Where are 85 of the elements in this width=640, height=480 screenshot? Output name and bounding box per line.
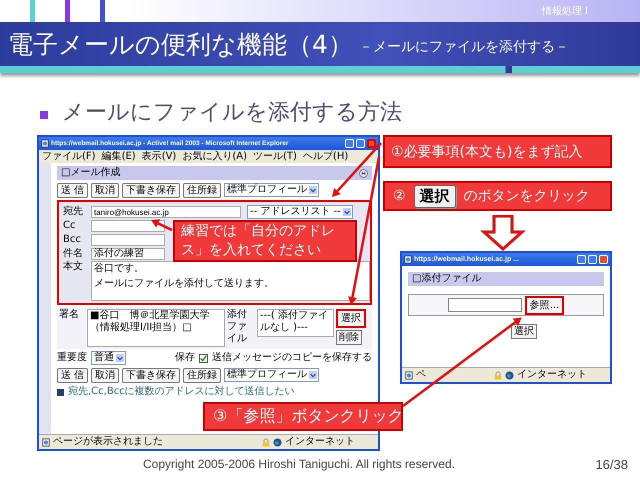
minimize-button[interactable]: [577, 255, 586, 264]
field-label: 添付ファイル: [227, 309, 248, 345]
globe-icon: [505, 370, 514, 380]
page-icon: [41, 139, 49, 148]
globe-icon: [273, 438, 282, 446]
profile-dropdown[interactable]: 標準プロフィール: [224, 368, 320, 382]
field-label: 宛先: [63, 206, 84, 218]
lock-icon: [262, 438, 270, 446]
browse-button[interactable]: 参照...: [524, 296, 564, 314]
menu-item[interactable]: お気に入り(A): [182, 150, 247, 162]
decorative-bar: [65, 0, 70, 22]
caret-icon: [309, 186, 318, 194]
page-icon: [405, 370, 413, 380]
toolbar-button[interactable]: 下書き保存: [122, 182, 180, 198]
step-text: のボタンをクリック: [464, 187, 590, 205]
input-field[interactable]: [91, 234, 165, 246]
priority-dropdown[interactable]: 普通: [91, 351, 126, 365]
copyright-text: Copyright 2005-2006 Hiroshi Taniguchi. All rights reserved.: [143, 457, 455, 471]
attachment-list[interactable]: ---( 添付ファイルなし )---: [257, 309, 334, 337]
file-input[interactable]: [448, 298, 522, 312]
toolbar-button[interactable]: 送 信: [57, 182, 88, 198]
address-list-dropdown[interactable]: -- アドレスリスト --: [247, 205, 353, 219]
menu-item[interactable]: 表示(V): [142, 150, 176, 162]
body-textarea[interactable]: 谷口です。 メールにファイルを添付して送ります。: [91, 261, 370, 301]
toolbar-button[interactable]: 取消: [91, 182, 120, 198]
input-field[interactable]: taniro@hokusei.ac.jp: [91, 206, 241, 218]
input-field[interactable]: 添付の練習: [91, 248, 165, 260]
page-number: 16/38: [595, 456, 628, 472]
toolbar-button[interactable]: 送 信: [57, 368, 88, 382]
body-text-line: メールにファイルを添付して送ります。: [94, 278, 275, 290]
attachment-button[interactable]: 削除: [336, 330, 362, 345]
lock-icon: [494, 370, 502, 380]
field-label: 署名: [59, 309, 80, 321]
toolbar-button[interactable]: 住所録: [183, 368, 222, 382]
zone-label: インターネット: [285, 436, 355, 448]
minimize-button[interactable]: [345, 139, 354, 148]
menu-item[interactable]: 編集(E): [102, 150, 136, 162]
step-number: ②: [393, 188, 406, 204]
zone-label: インターネット: [517, 369, 587, 381]
hint-callout: 練習では「自分のアドレス」を入れてください: [173, 220, 357, 262]
pointer-arrow: [151, 219, 173, 232]
attachment-button[interactable]: 選択: [336, 309, 366, 328]
menu-item[interactable]: ファイル(F): [42, 150, 96, 162]
maximize-button[interactable]: [588, 255, 597, 264]
profile-dropdown[interactable]: 標準プロフィール: [224, 183, 320, 197]
field-label: 重要度: [57, 352, 87, 364]
decorative-bar: [100, 0, 105, 22]
checkbox[interactable]: [199, 354, 208, 362]
button-image: 選択: [414, 184, 456, 208]
step-callout: ③「参照」ボタンクリック: [203, 402, 403, 431]
caret-icon: [116, 354, 124, 362]
input-field[interactable]: [91, 220, 165, 232]
bullet-icon: [40, 111, 48, 119]
status-text: ページが表示されました: [53, 436, 163, 448]
note-link[interactable]: 宛先,Cc,Bccに複数のアドレスに対して送信したい: [68, 386, 295, 398]
signature-field[interactable]: ■谷口 博＠北星学園大学（情報処理I/II担当）□: [87, 309, 225, 347]
page-icon: [404, 255, 412, 264]
select-button[interactable]: 選択: [511, 324, 537, 339]
decorative-bar: [30, 0, 35, 22]
square-icon: [57, 388, 64, 396]
body-text-line: 谷口です。: [94, 263, 145, 275]
field-label: Cc: [63, 220, 76, 232]
field-label: 保存: [175, 352, 195, 364]
caret-icon: [342, 208, 351, 216]
help-icon: [359, 168, 368, 178]
toolbar-button[interactable]: 住所録: [183, 182, 222, 198]
field-label: Bcc: [63, 234, 82, 246]
field-label: 件名: [63, 248, 84, 260]
panel-title: □添付ファイル: [412, 273, 482, 285]
page-icon: [42, 438, 50, 446]
step-callout: ①必要事項(本文も)をまず記入: [383, 135, 612, 168]
course-label: 情報処理 I: [542, 4, 588, 18]
toolbar-button[interactable]: 下書き保存: [122, 368, 180, 382]
checkbox-label: 送信メッセージのコピーを保存する: [212, 352, 372, 364]
status-text: ペ: [416, 369, 426, 381]
slide-subtitle: －メールにファイルを添付する－: [358, 38, 569, 56]
menu-item[interactable]: ツール(T): [253, 150, 297, 162]
field-label: 本文: [63, 261, 84, 274]
section-heading: メールにファイルを添付する方法: [62, 99, 402, 127]
toolbar-button[interactable]: 取消: [91, 368, 120, 382]
caret-icon: [309, 371, 318, 379]
panel-title: □メール作成: [61, 167, 120, 179]
slide-title: 電子メールの便利な機能（4）: [8, 28, 353, 60]
maximize-button[interactable]: [356, 139, 365, 148]
menu-item[interactable]: ヘルプ(H): [302, 150, 348, 162]
